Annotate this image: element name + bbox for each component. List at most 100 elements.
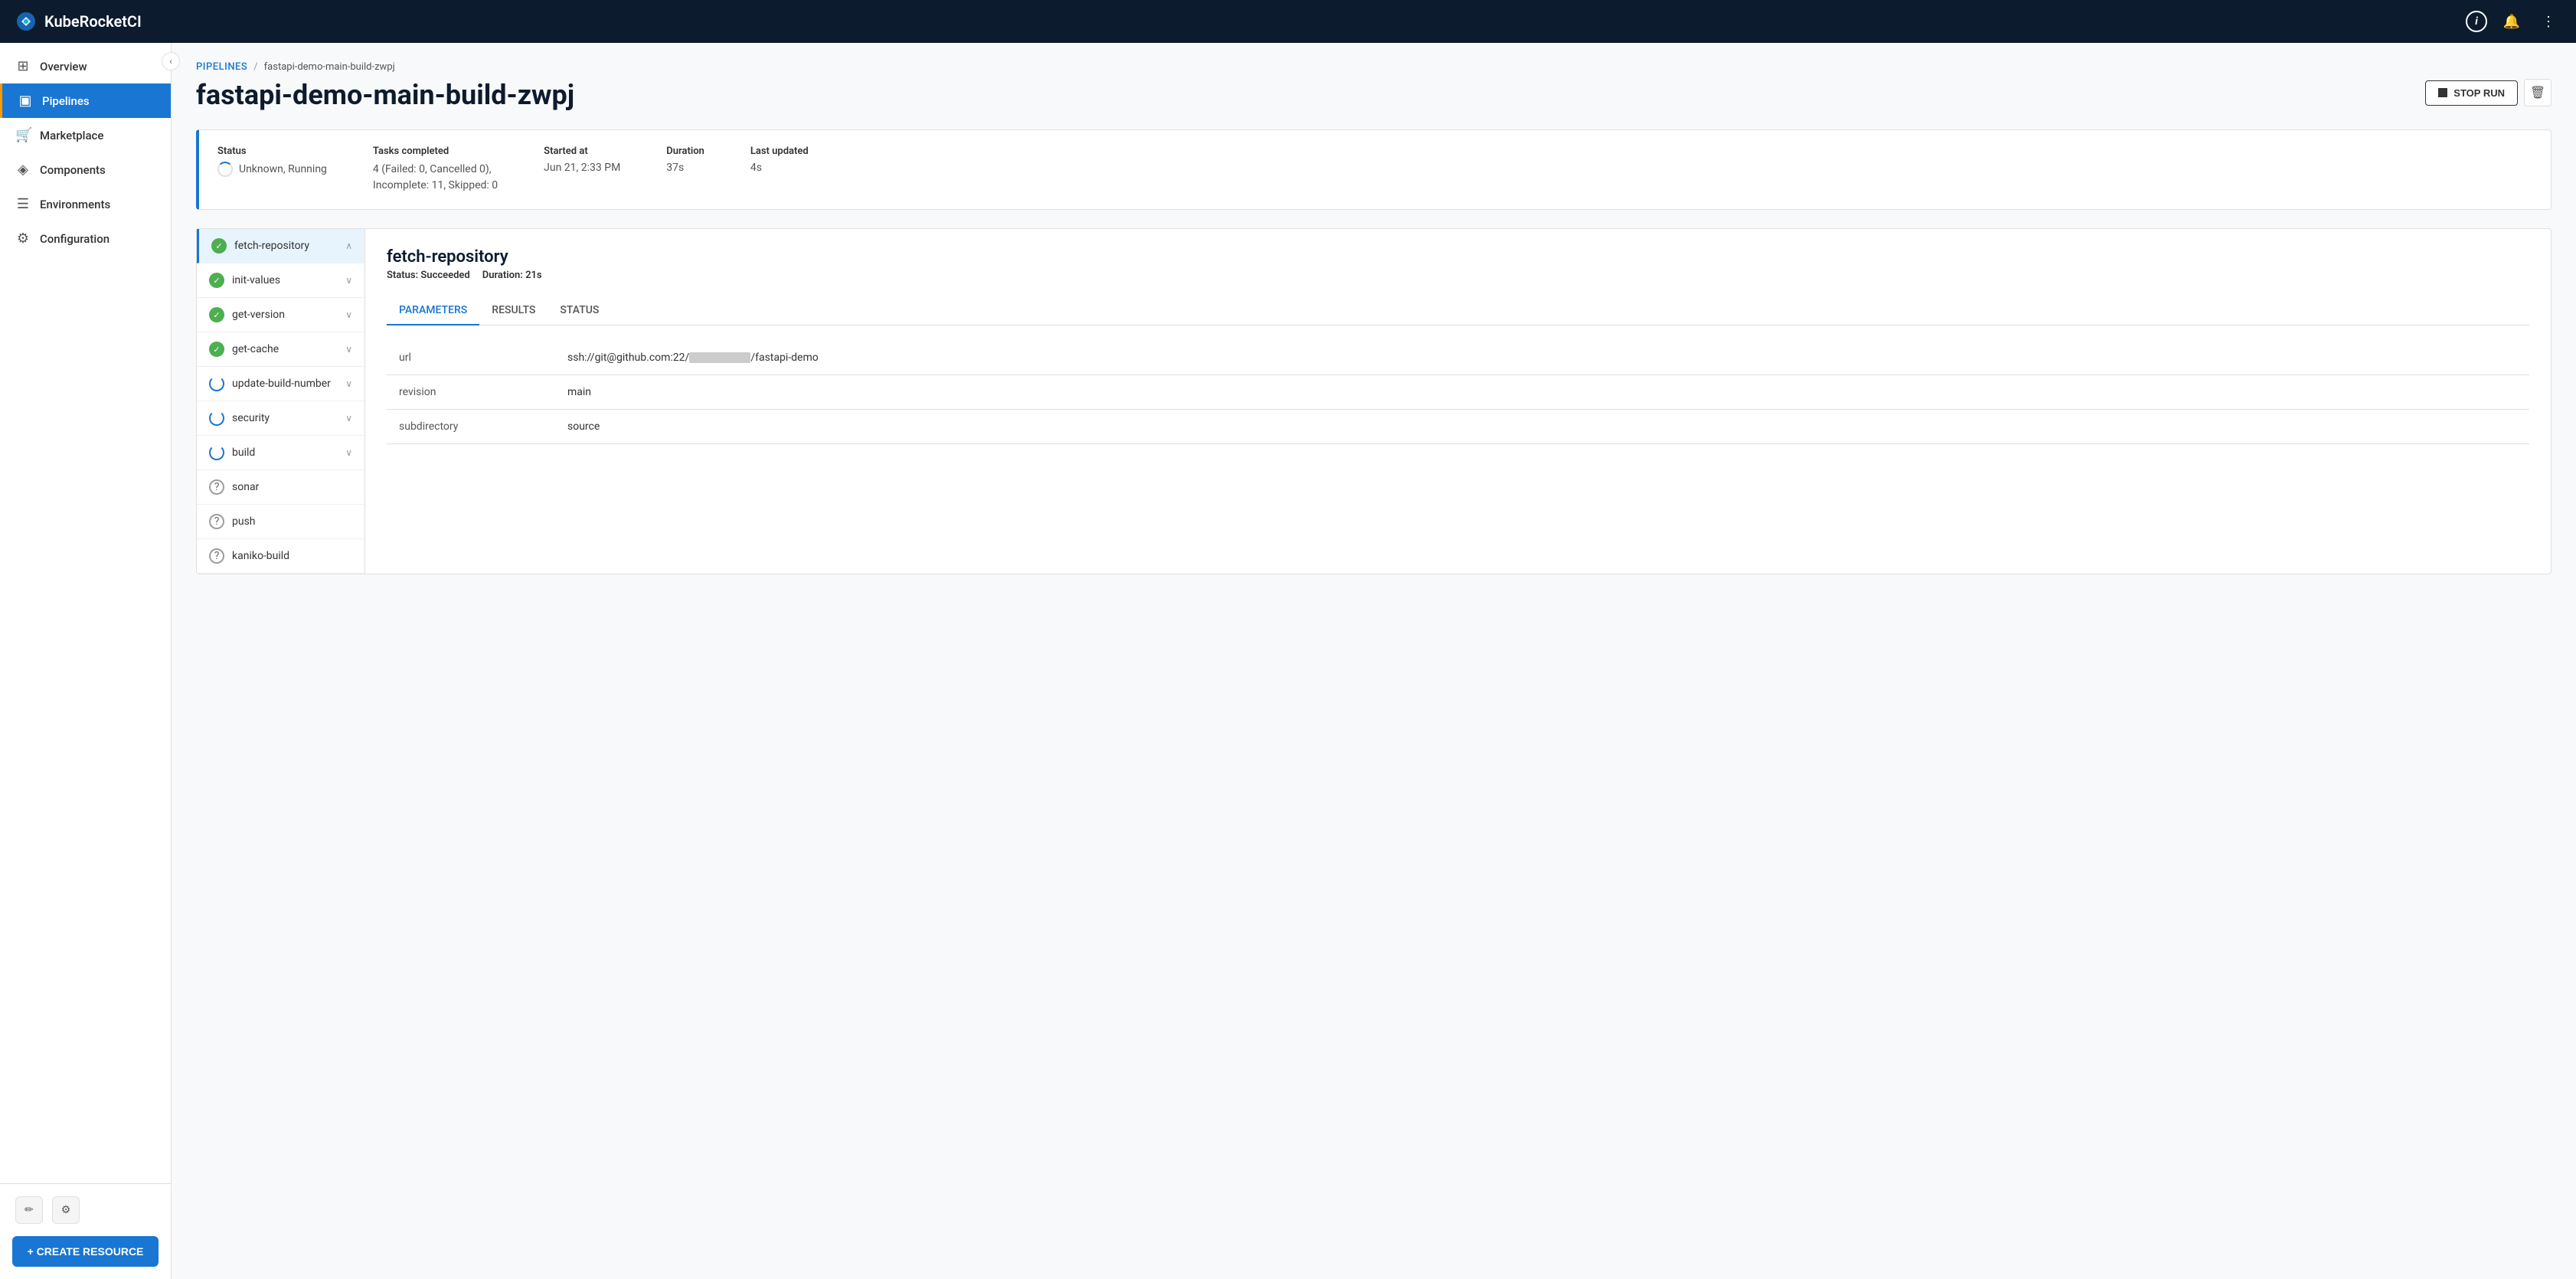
task-chevron-update-build-number: ∨: [345, 378, 352, 389]
tasks-label: Tasks completed: [373, 146, 498, 157]
sidebar-item-overview-label: Overview: [40, 60, 87, 74]
page-actions: STOP RUN 🗑: [2425, 79, 2551, 106]
last-updated-value: 4s: [750, 162, 809, 174]
breadcrumb: PIPELINES / fastapi-demo-main-build-zwpj: [196, 61, 2551, 73]
sidebar-item-marketplace-label: Marketplace: [40, 129, 103, 142]
task-duration-meta-label: Duration:: [482, 270, 523, 281]
task-item-get-cache[interactable]: ✓ get-cache ∨: [197, 332, 364, 367]
page-title: fastapi-demo-main-build-zwpj: [196, 79, 574, 111]
task-name-build: build: [232, 447, 255, 459]
notifications-button[interactable]: 🔔: [2499, 9, 2524, 34]
task-item-build[interactable]: build ∨: [197, 436, 364, 470]
task-item-kaniko-build[interactable]: ? kaniko-build: [197, 539, 364, 574]
task-status-icon-update-build-number: [209, 376, 224, 391]
task-item-update-build-number[interactable]: update-build-number ∨: [197, 367, 364, 401]
sidebar-bottom: ✏ ⚙: [0, 1183, 171, 1236]
task-name-init-values: init-values: [232, 274, 280, 286]
task-item-push[interactable]: ? push: [197, 505, 364, 539]
param-row-revision: revision main: [387, 375, 2529, 410]
task-status-meta: Status: Succeeded: [387, 270, 470, 281]
task-chevron-init-values: ∨: [345, 275, 352, 286]
task-detail-meta: Status: Succeeded Duration: 21s: [387, 270, 2529, 281]
stop-run-button[interactable]: STOP RUN: [2425, 80, 2518, 106]
configuration-icon: ⚙: [15, 231, 31, 247]
sidebar-item-configuration-label: Configuration: [40, 232, 110, 246]
app-title: KubeRocketCI: [44, 12, 142, 31]
sidebar-item-configuration[interactable]: ⚙ Configuration: [0, 221, 171, 256]
task-list: ✓ fetch-repository ∧ ✓ init-values ∨: [197, 229, 365, 574]
environments-icon: ☰: [15, 196, 31, 212]
task-chevron-get-version: ∨: [345, 309, 352, 320]
started-label: Started at: [544, 146, 620, 157]
task-detail: fetch-repository Status: Succeeded Durat…: [365, 229, 2551, 574]
task-status-icon-sonar: ?: [209, 479, 224, 495]
sidebar-item-overview[interactable]: ⊞ Overview: [0, 49, 171, 83]
param-key-revision: revision: [387, 375, 555, 410]
task-item-get-version[interactable]: ✓ get-version ∨: [197, 298, 364, 332]
task-status-icon-kaniko-build: ?: [209, 548, 224, 564]
create-resource-button[interactable]: + CREATE RESOURCE: [12, 1236, 159, 1267]
task-name-fetch-repository: fetch-repository: [234, 240, 309, 252]
sidebar-nav: ⊞ Overview ▣ Pipelines 🛒 Marketplace ◈ C…: [0, 43, 171, 1183]
tasks-value: 4 (Failed: 0, Cancelled 0),Incomplete: 1…: [373, 162, 498, 194]
sidebar-item-environments-label: Environments: [40, 198, 110, 211]
task-item-sonar[interactable]: ? sonar: [197, 470, 364, 505]
sidebar-collapse-button[interactable]: ‹: [162, 52, 180, 70]
last-updated-label: Last updated: [750, 146, 809, 157]
task-detail-title: fetch-repository: [387, 247, 2529, 267]
tabs: PARAMETERS RESULTS STATUS: [387, 296, 2529, 325]
param-value-revision: main: [555, 375, 2529, 410]
sidebar-item-components[interactable]: ◈ Components: [0, 152, 171, 187]
info-icon[interactable]: i: [2466, 11, 2487, 32]
stop-icon: [2438, 88, 2447, 97]
overview-icon: ⊞: [15, 58, 31, 74]
content-area: PIPELINES / fastapi-demo-main-build-zwpj…: [172, 43, 2576, 1279]
stop-run-label: STOP RUN: [2453, 87, 2505, 99]
task-status-meta-value: Succeeded: [420, 270, 469, 281]
task-item-init-values[interactable]: ✓ init-values ∨: [197, 263, 364, 298]
tab-status[interactable]: STATUS: [548, 296, 611, 325]
status-item-started: Started at Jun 21, 2:33 PM: [544, 146, 620, 194]
settings-button[interactable]: ⚙: [52, 1196, 80, 1224]
status-item-tasks: Tasks completed 4 (Failed: 0, Cancelled …: [373, 146, 498, 194]
redacted-url-part: [689, 352, 750, 363]
status-spinner: [217, 162, 233, 177]
header-right: i 🔔 ⋮: [2466, 9, 2561, 34]
task-item-security[interactable]: security ∨: [197, 401, 364, 436]
delete-button[interactable]: 🗑: [2524, 79, 2551, 106]
main-layout: ‹ ⊞ Overview ▣ Pipelines 🛒 Marketplace ◈…: [0, 43, 2576, 1279]
task-status-meta-label: Status:: [387, 270, 418, 281]
task-status-icon-init-values: ✓: [209, 273, 224, 288]
sidebar-item-pipelines[interactable]: ▣ Pipelines: [0, 83, 171, 118]
param-key-subdirectory: subdirectory: [387, 410, 555, 444]
tab-results[interactable]: RESULTS: [479, 296, 548, 325]
task-chevron-security: ∨: [345, 413, 352, 424]
tab-parameters[interactable]: PARAMETERS: [387, 296, 479, 325]
sidebar-item-environments[interactable]: ☰ Environments: [0, 187, 171, 221]
status-label: Status: [217, 146, 327, 157]
task-name-kaniko-build: kaniko-build: [232, 550, 289, 562]
sidebar-item-marketplace[interactable]: 🛒 Marketplace: [0, 118, 171, 152]
pipelines-icon: ▣: [18, 93, 33, 109]
task-item-fetch-repository[interactable]: ✓ fetch-repository ∧: [197, 229, 364, 263]
task-name-update-build-number: update-build-number: [232, 378, 331, 390]
task-name-get-cache: get-cache: [232, 343, 279, 355]
more-options-button[interactable]: ⋮: [2536, 9, 2561, 34]
task-status-icon-build: [209, 445, 224, 460]
edit-button[interactable]: ✏: [15, 1196, 43, 1224]
param-row-subdirectory: subdirectory source: [387, 410, 2529, 444]
started-value: Jun 21, 2:33 PM: [544, 162, 620, 174]
duration-value: 37s: [666, 162, 704, 174]
breadcrumb-separator: /: [253, 61, 257, 73]
param-value-subdirectory: source: [555, 410, 2529, 444]
page-header: fastapi-demo-main-build-zwpj STOP RUN 🗑: [196, 79, 2551, 111]
top-header: KubeRocketCI i 🔔 ⋮: [0, 0, 2576, 43]
parameters-table: url ssh://git@github.com:22/ /fastapi-de…: [387, 341, 2529, 444]
status-text: Unknown, Running: [239, 163, 327, 175]
breadcrumb-pipelines-link[interactable]: PIPELINES: [196, 61, 247, 73]
task-status-icon-push: ?: [209, 514, 224, 529]
marketplace-icon: 🛒: [15, 127, 31, 143]
param-key-url: url: [387, 341, 555, 375]
param-value-url: ssh://git@github.com:22/ /fastapi-demo: [555, 341, 2529, 375]
logo-icon: [15, 11, 37, 32]
